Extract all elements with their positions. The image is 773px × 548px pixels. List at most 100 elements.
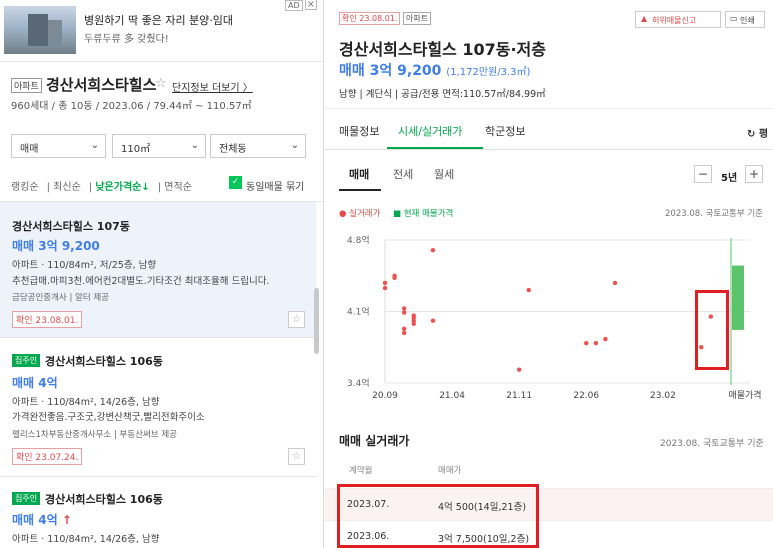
ad-banner[interactable]: 병원하기 딱 좋은 자리 분양·임대 두류두류 多 갖췄다! AD × [0,0,323,62]
listing-confirm-badge: 확인 23.08.01. [12,311,83,328]
report-button[interactable]: ▲ 허위매물신고 [635,11,721,28]
listing-panel: 병원하기 딱 좋은 자리 분양·임대 두류두류 多 갖췄다! AD × 아파트 … [0,0,324,548]
detail-tabs: 매물정보 시세/실거래가 학군정보 [325,108,773,150]
listing-price: 매매 3억 9,200 [12,239,100,253]
data-point [401,306,407,311]
listing-agent: 금당공인중개사 | 알터 제공 [12,293,109,303]
data-point [593,340,599,346]
x-tick-label: 21.11 [506,391,532,401]
detail-panel: 확인 23.08.01. 아파트 ▲ 허위매물신고 ▭ 인쇄 경산서희스타힐스 10… [325,0,773,548]
price-up-arrow-icon: ↑ [61,513,72,527]
period-decrease-button[interactable]: − [694,165,712,183]
tab-listing-info[interactable]: 매물정보 [339,123,379,139]
highlight-box [337,484,539,548]
tab-school[interactable]: 학군정보 [485,123,525,139]
y-tick-label: 4.1억 [347,306,370,318]
area-unit-toggle[interactable]: ↻ 평 [747,125,768,140]
complex-info-link[interactable]: 단지정보 더보기 〉 [172,79,253,94]
data-point [584,340,589,346]
data-point [516,367,522,372]
listing-item[interactable]: 집주인 경산서희스타힐스 106동 매매 4억 아파트 · 110/84m², … [0,339,316,477]
area-select[interactable]: 110㎡ ⌄ [112,134,206,158]
y-tick-label: 3.4억 [347,377,370,389]
ad-close-button[interactable]: × [305,0,317,10]
same-listing-checkbox[interactable]: ✓ [229,176,242,189]
listing-price: 매매 4억 [12,376,58,390]
data-point [382,280,388,286]
scrollbar-thumb[interactable] [314,288,319,354]
sort-area[interactable]: 면적순 [164,182,192,193]
data-point [526,287,531,293]
confirm-tag: 확인 23.08.01. [339,12,401,25]
ad-subline: 두류두류 多 갖췄다! [84,34,169,45]
data-point [401,330,407,336]
listing-confirm-badge: 확인 23.07.24. [12,448,83,465]
listing-desc: 가격완전좋음.구조굿,강변산책굿,빨리전화주이소 [12,412,205,423]
legend-actual: ● 실거래가 [339,209,381,219]
period-increase-button[interactable]: + [745,165,763,183]
data-point [401,310,407,315]
listing-item[interactable]: 경산서희스타힐스 107동 매매 3억 9,200 아파트 · 110/84m²… [0,202,316,338]
chevron-down-icon: ⌄ [190,140,199,151]
listing-title: 경산서희스타힐스 106동 [45,355,163,368]
sort-low-price[interactable]: 낮은가격순↓ [95,182,149,193]
chevron-down-icon: ⌄ [290,140,299,151]
section-title: 매매 실거래가 [339,434,410,448]
data-point [411,313,416,318]
data-point [430,248,436,253]
ad-badge: AD [285,0,303,11]
active-subtab-indicator [339,189,381,191]
y-tick-label: 4.8억 [347,234,370,246]
listing-title: 경산서희스타힐스 106동 [45,493,163,506]
sort-latest[interactable]: 최신순 [53,182,81,193]
data-point [430,318,436,323]
subtab-jeonse[interactable]: 전세 [393,166,413,182]
print-icon: ▭ [730,14,738,23]
subtab-sale[interactable]: 매매 [349,166,369,182]
chevron-down-icon: ⌄ [90,140,99,151]
complex-type-tag: 아파트 [11,78,42,93]
x-tick-label: 21.04 [439,391,465,401]
chart-source: 2023.08. 국토교통부 기준 [665,209,763,219]
print-button[interactable]: ▭ 인쇄 [725,11,765,28]
section-source: 2023.08. 국토교통부 기준 [660,439,764,449]
building-select[interactable]: 전체동 ⌄ [210,134,306,158]
x-tick-label: 20.09 [372,391,398,401]
type-tag: 아파트 [403,12,432,25]
same-listing-label: 동일매물 묶기 [246,182,305,193]
listing-title: 경산서희스타힐스 107동 [12,220,130,233]
data-point [401,326,407,332]
subtab-monthly[interactable]: 월세 [434,166,454,182]
period-label: 5년 [721,173,738,184]
x-tick-label: 23.02 [650,391,676,401]
sort-options: 랭킹순 | 최신순 | 낮은가격순↓ | 면적순 [11,182,192,193]
active-tab-indicator [387,147,483,149]
ad-image [4,6,76,54]
data-point [603,336,608,342]
owner-badge: 집주인 [12,354,41,367]
detail-info: 남향 | 계단식 | 공급/전용 면적:110.57㎡/84.99㎡ [339,89,546,100]
detail-price: 매매 3억 9,200 (1,172만원/3.3㎡) [339,63,531,79]
legend-current: ■ 현재 매물가격 [393,209,454,219]
x-tick-label: 22.06 [573,391,599,401]
tab-price-history[interactable]: 시세/실거래가 [398,123,462,139]
listing-price: 매매 4억 ↑ [12,513,72,527]
favorite-star-icon[interactable]: ☆ [155,76,167,91]
listing-favorite-icon[interactable]: ☆ [288,311,305,328]
data-point [392,273,397,278]
sort-ranking[interactable]: 랭킹순 [11,182,39,193]
data-point [382,285,388,291]
complex-summary: 960세대 / 총 10동 / 2023.06 / 79.44㎡ ~ 110.5… [11,101,252,112]
current-price-bar [732,265,744,330]
listing-item[interactable]: 집주인 경산서희스타힐스 106동 매매 4억 ↑ 아파트 · 110/84m²… [0,478,316,548]
data-point [612,280,618,286]
col-date: 계약월 [349,466,373,476]
col-price: 매매가 [438,466,462,476]
listing-spec: 아파트 · 110/84m², 14/26층, 남향 [12,534,160,545]
listing-favorite-icon[interactable]: ☆ [288,448,305,465]
trade-type-select[interactable]: 매매 ⌄ [11,134,106,158]
listing-desc: 추천급매.마피3천.에어컨2대별도.기타조건 최대조율해 드립니다. [12,276,270,287]
listing-spec: 아파트 · 110/84m², 14/26층, 남향 [12,397,160,408]
x-tick-label: 매물가격 [728,389,761,401]
data-point [411,321,416,326]
